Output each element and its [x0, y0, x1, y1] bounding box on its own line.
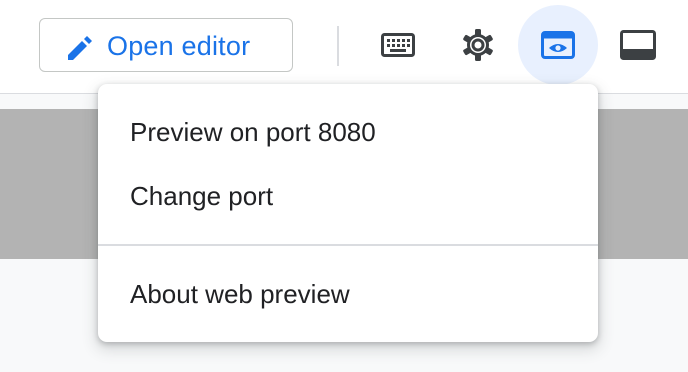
menu-item-label: Preview on port 8080: [130, 116, 376, 147]
menu-divider: [98, 244, 598, 246]
settings-button[interactable]: [438, 5, 518, 85]
toolbar: Open editor: [0, 0, 688, 94]
toolbar-divider: [337, 26, 339, 66]
menu-item-change-port[interactable]: Change port: [98, 166, 598, 226]
pencil-icon: [65, 33, 95, 63]
web-preview-button[interactable]: [518, 5, 598, 85]
menu-item-label: About web preview: [130, 278, 350, 309]
panel-icon: [620, 30, 656, 60]
web-preview-icon: [541, 31, 575, 59]
web-preview-menu: Preview on port 8080 Change port About w…: [98, 84, 598, 342]
gear-icon: [460, 27, 496, 63]
open-editor-label: Open editor: [107, 31, 251, 61]
keyboard-button[interactable]: [358, 5, 438, 85]
open-editor-button[interactable]: Open editor: [39, 18, 293, 72]
menu-item-preview-port[interactable]: Preview on port 8080: [98, 102, 598, 162]
menu-item-label: Change port: [130, 180, 274, 211]
keyboard-icon: [381, 33, 415, 57]
panel-toggle-button[interactable]: [598, 5, 678, 85]
menu-item-about-web-preview[interactable]: About web preview: [98, 264, 598, 324]
